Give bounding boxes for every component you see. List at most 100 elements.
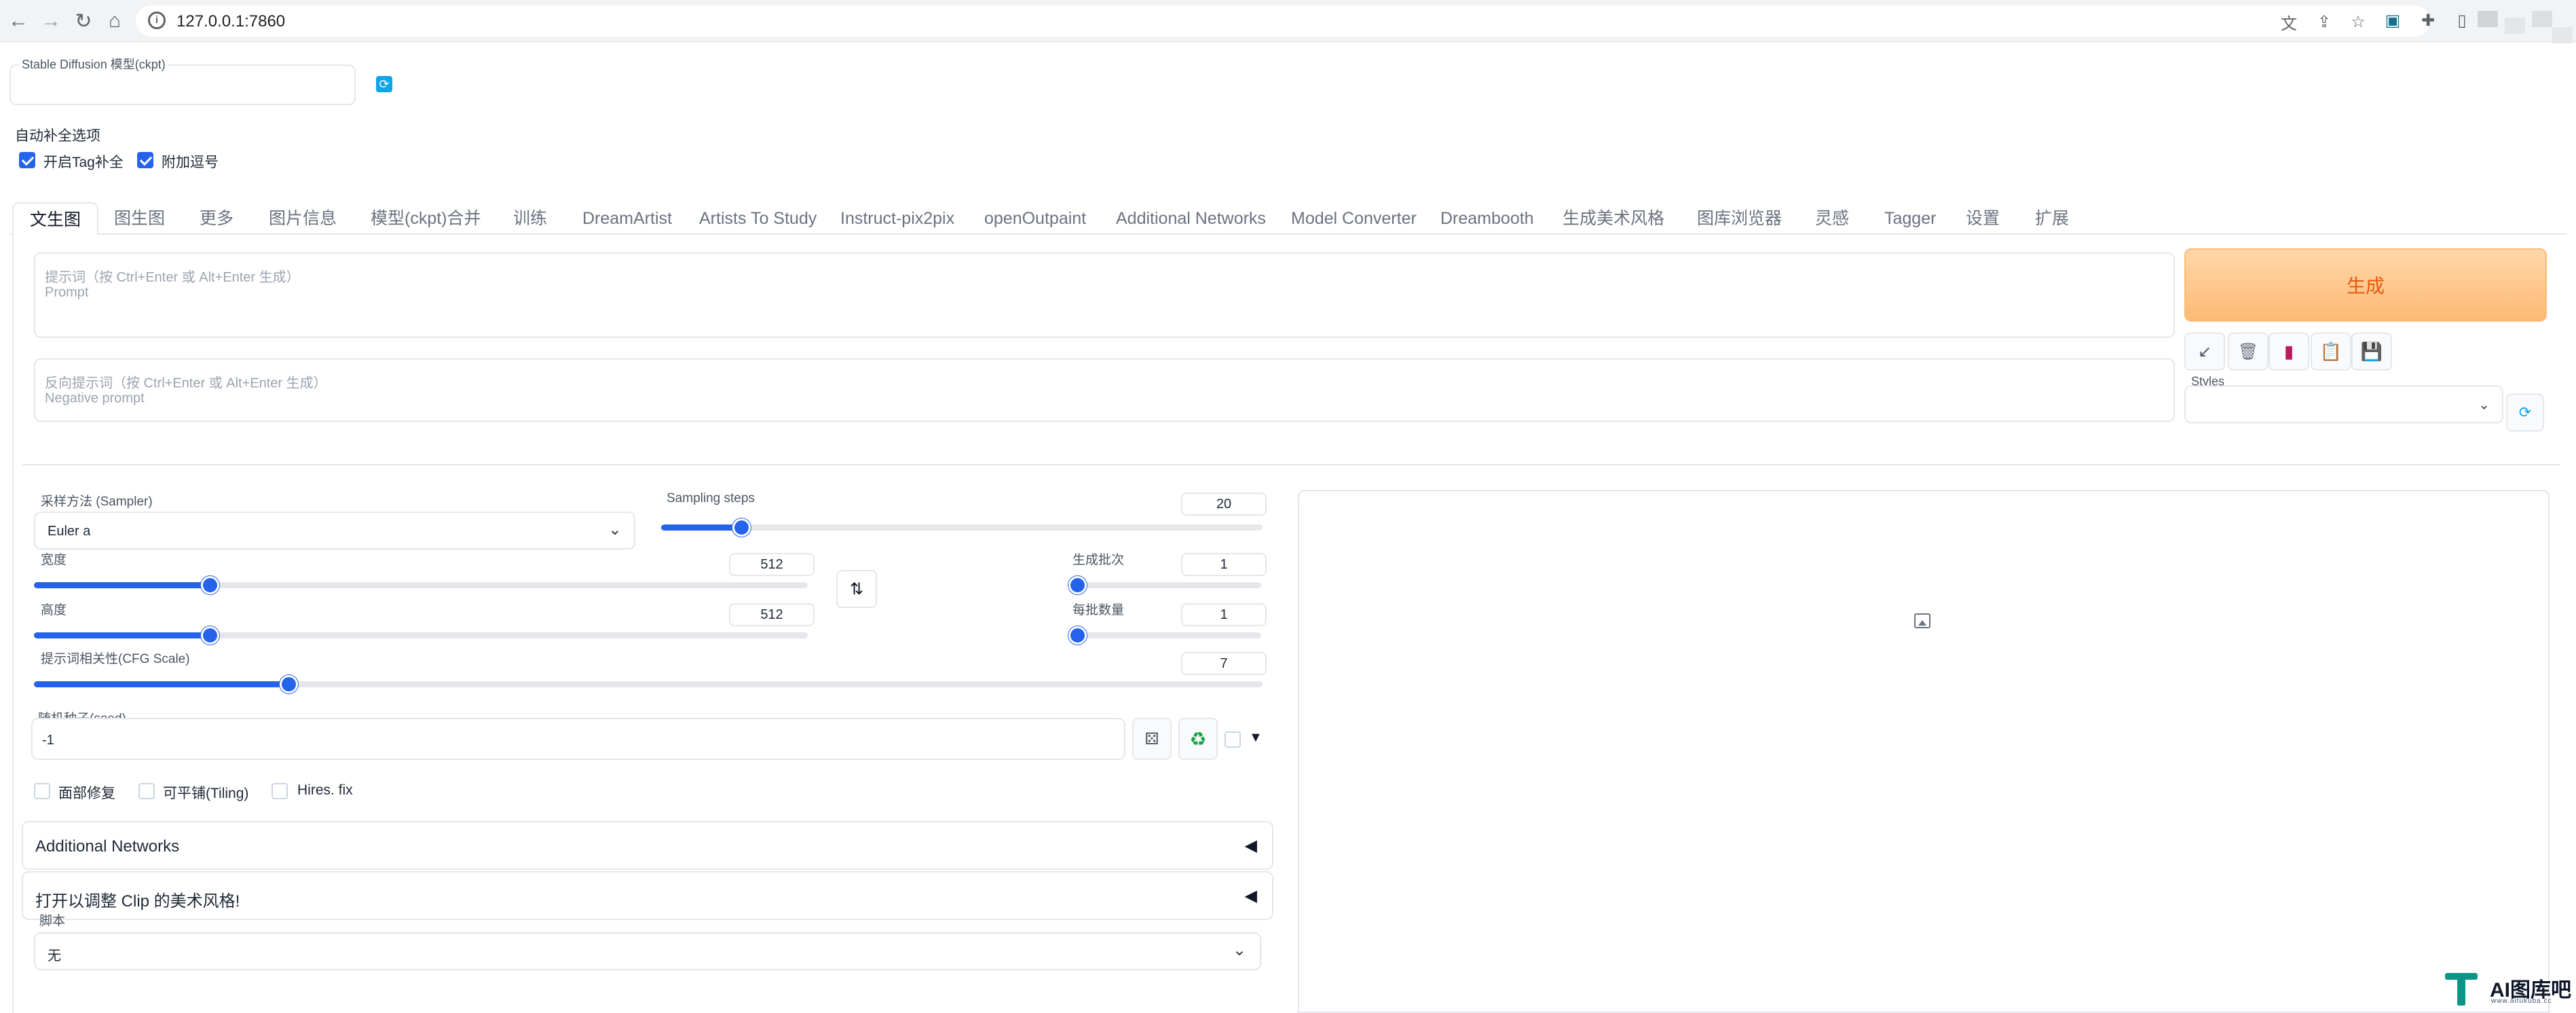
model-label: Stable Diffusion 模型(ckpt) <box>19 55 168 73</box>
slider-fill <box>34 632 210 638</box>
address-bar[interactable]: i 127.0.0.1:7860 文 ⇪ ☆ <box>136 5 2430 37</box>
tab-dreambooth[interactable]: Dreambooth <box>1440 202 1534 235</box>
extra-seed-checkbox[interactable] <box>1225 731 1241 748</box>
cfg-scale-input[interactable]: 7 <box>1181 652 1267 675</box>
refresh-styles-icon[interactable]: ⟳ <box>2506 394 2544 432</box>
slider-thumb[interactable] <box>201 576 219 594</box>
sidepanel-icon[interactable]: ▯ <box>2452 10 2472 31</box>
tab-png-info[interactable]: 图片信息 <box>269 202 337 235</box>
slider-thumb[interactable] <box>201 626 219 645</box>
batch-size-slider[interactable] <box>1068 626 1261 645</box>
tab-img2img[interactable]: 图生图 <box>114 202 165 235</box>
random-seed-dice-icon[interactable]: ⚄ <box>1132 718 1172 760</box>
batch-size-label: 每批数量 <box>1072 603 1125 617</box>
tiling-checkbox[interactable] <box>138 783 155 799</box>
reload-icon[interactable]: ↻ <box>71 8 96 34</box>
negative-prompt-placeholder: 反向提示词（按 Ctrl+Enter 或 Alt+Enter 生成） <box>45 376 327 391</box>
bookmark-star-icon[interactable]: ☆ <box>2349 12 2368 31</box>
additional-networks-accordion[interactable]: Additional Networks ◀ <box>22 821 1273 870</box>
back-icon[interactable]: ← <box>5 8 31 34</box>
tab-train[interactable]: 训练 <box>513 202 547 235</box>
extra-networks-icon[interactable]: ▮ <box>2269 332 2309 370</box>
tab-checkpoint-merger[interactable]: 模型(ckpt)合并 <box>371 202 481 235</box>
negative-prompt-textarea[interactable]: 反向提示词（按 Ctrl+Enter 或 Alt+Enter 生成） Negat… <box>34 358 2175 422</box>
slider-fill <box>34 681 288 687</box>
image-placeholder-icon <box>1914 613 1930 628</box>
tab-openoutpaint[interactable]: openOutpaint <box>984 202 1086 235</box>
output-gallery <box>1298 490 2550 1013</box>
watermark-url: www.aitukuba.cc <box>2491 997 2552 1005</box>
model-select[interactable]: Stable Diffusion 模型(ckpt) <box>10 55 356 105</box>
sampling-steps-slider[interactable] <box>661 518 1263 537</box>
extra-seed-toggle-icon[interactable]: ▼ <box>1249 730 1263 746</box>
batch-count-slider[interactable] <box>1068 576 1261 594</box>
tab-artists-to-study[interactable]: Artists To Study <box>699 202 817 235</box>
refresh-model-icon[interactable]: ⟳ <box>376 76 392 92</box>
aitukuba-logo <box>2444 972 2479 1007</box>
blurred-area <box>2532 11 2552 27</box>
caret-left-icon: ◀ <box>1244 887 1257 905</box>
append-comma-label: 附加逗号 <box>162 155 219 170</box>
tag-autocomplete-label: 开启Tag补全 <box>43 155 124 170</box>
script-value: 无 <box>48 949 61 963</box>
swap-dimensions-icon[interactable]: ⇅ <box>836 570 877 608</box>
cfg-scale-slider[interactable] <box>34 675 1263 693</box>
site-info-icon[interactable]: i <box>148 12 166 29</box>
panel-border <box>12 235 14 1013</box>
slider-thumb[interactable] <box>1068 626 1087 645</box>
forward-icon[interactable]: → <box>38 8 64 34</box>
restore-faces-checkbox[interactable] <box>34 783 50 799</box>
styles-select[interactable]: ⌄ <box>2184 385 2503 423</box>
tab-extensions[interactable]: 扩展 <box>2035 202 2069 235</box>
slider-thumb[interactable] <box>1068 576 1087 594</box>
tab-model-converter[interactable]: Model Converter <box>1291 202 1417 235</box>
translate-icon[interactable]: 文 <box>2279 12 2298 33</box>
seed-input[interactable]: -1 <box>31 718 1125 760</box>
script-select[interactable]: 无 ⌄ <box>34 932 1261 970</box>
slider-thumb[interactable] <box>732 518 751 537</box>
save-style-icon[interactable]: 💾 <box>2351 332 2392 370</box>
tab-image-browser[interactable]: 图库浏览器 <box>1697 202 1782 235</box>
prompt-placeholder: 提示词（按 Ctrl+Enter 或 Alt+Enter 生成） <box>45 270 300 285</box>
batch-count-input[interactable]: 1 <box>1181 553 1267 576</box>
hires-fix-checkbox[interactable] <box>272 783 288 799</box>
height-input[interactable]: 512 <box>729 603 815 626</box>
sampling-steps-input[interactable]: 20 <box>1181 493 1267 516</box>
width-slider[interactable] <box>34 576 808 594</box>
prompt-placeholder-en: Prompt <box>45 285 89 300</box>
profile-avatar[interactable] <box>2478 11 2498 27</box>
clip-style-accordion[interactable]: 打开以调整 Clip 的美术风格! ◀ <box>22 871 1273 920</box>
tab-tagger[interactable]: Tagger <box>1884 202 1936 235</box>
tab-txt2img[interactable]: 文生图 <box>12 202 99 235</box>
tab-dreamartist[interactable]: DreamArtist <box>582 202 672 235</box>
clipboard-icon[interactable]: 📋 <box>2311 332 2351 370</box>
tab-extras[interactable]: 更多 <box>200 202 234 235</box>
caret-left-icon: ◀ <box>1244 837 1257 855</box>
tab-additional-networks[interactable]: Additional Networks <box>1116 202 1266 235</box>
tab-settings[interactable]: 设置 <box>1966 202 2000 235</box>
puzzle-icon[interactable]: ✚ <box>2418 10 2438 31</box>
home-icon[interactable]: ⌂ <box>102 8 128 34</box>
additional-networks-title: Additional Networks <box>35 837 180 856</box>
generate-button[interactable]: 生成 <box>2184 248 2547 322</box>
prompt-textarea[interactable]: 提示词（按 Ctrl+Enter 或 Alt+Enter 生成） Prompt <box>34 252 2175 338</box>
slider-thumb[interactable] <box>280 675 298 693</box>
tab-aesthetic-style[interactable]: 生成美术风格 <box>1563 202 1664 235</box>
read-params-icon[interactable]: ↙ <box>2184 332 2225 370</box>
seed-value: -1 <box>42 733 54 748</box>
reuse-seed-recycle-icon[interactable]: ♻ <box>1178 718 1218 760</box>
tab-instruct-pix2pix[interactable]: Instruct-pix2pix <box>840 202 954 235</box>
sampler-select[interactable]: Euler a ⌄ <box>34 512 635 550</box>
blurred-area <box>2505 18 2525 34</box>
batch-size-input[interactable]: 1 <box>1181 603 1267 626</box>
extension-icon[interactable]: ▣ <box>2383 10 2403 31</box>
share-icon[interactable]: ⇪ <box>2315 12 2334 31</box>
tag-autocomplete-checkbox[interactable] <box>19 152 35 168</box>
height-slider[interactable] <box>34 626 808 645</box>
trash-icon[interactable]: 🗑 <box>2228 332 2269 370</box>
chevron-down-icon: ⌄ <box>1232 941 1246 959</box>
tab-inspiration[interactable]: 灵感 <box>1815 202 1849 235</box>
url-text: 127.0.0.1:7860 <box>176 12 286 31</box>
append-comma-checkbox[interactable] <box>137 152 153 168</box>
width-input[interactable]: 512 <box>729 553 815 576</box>
